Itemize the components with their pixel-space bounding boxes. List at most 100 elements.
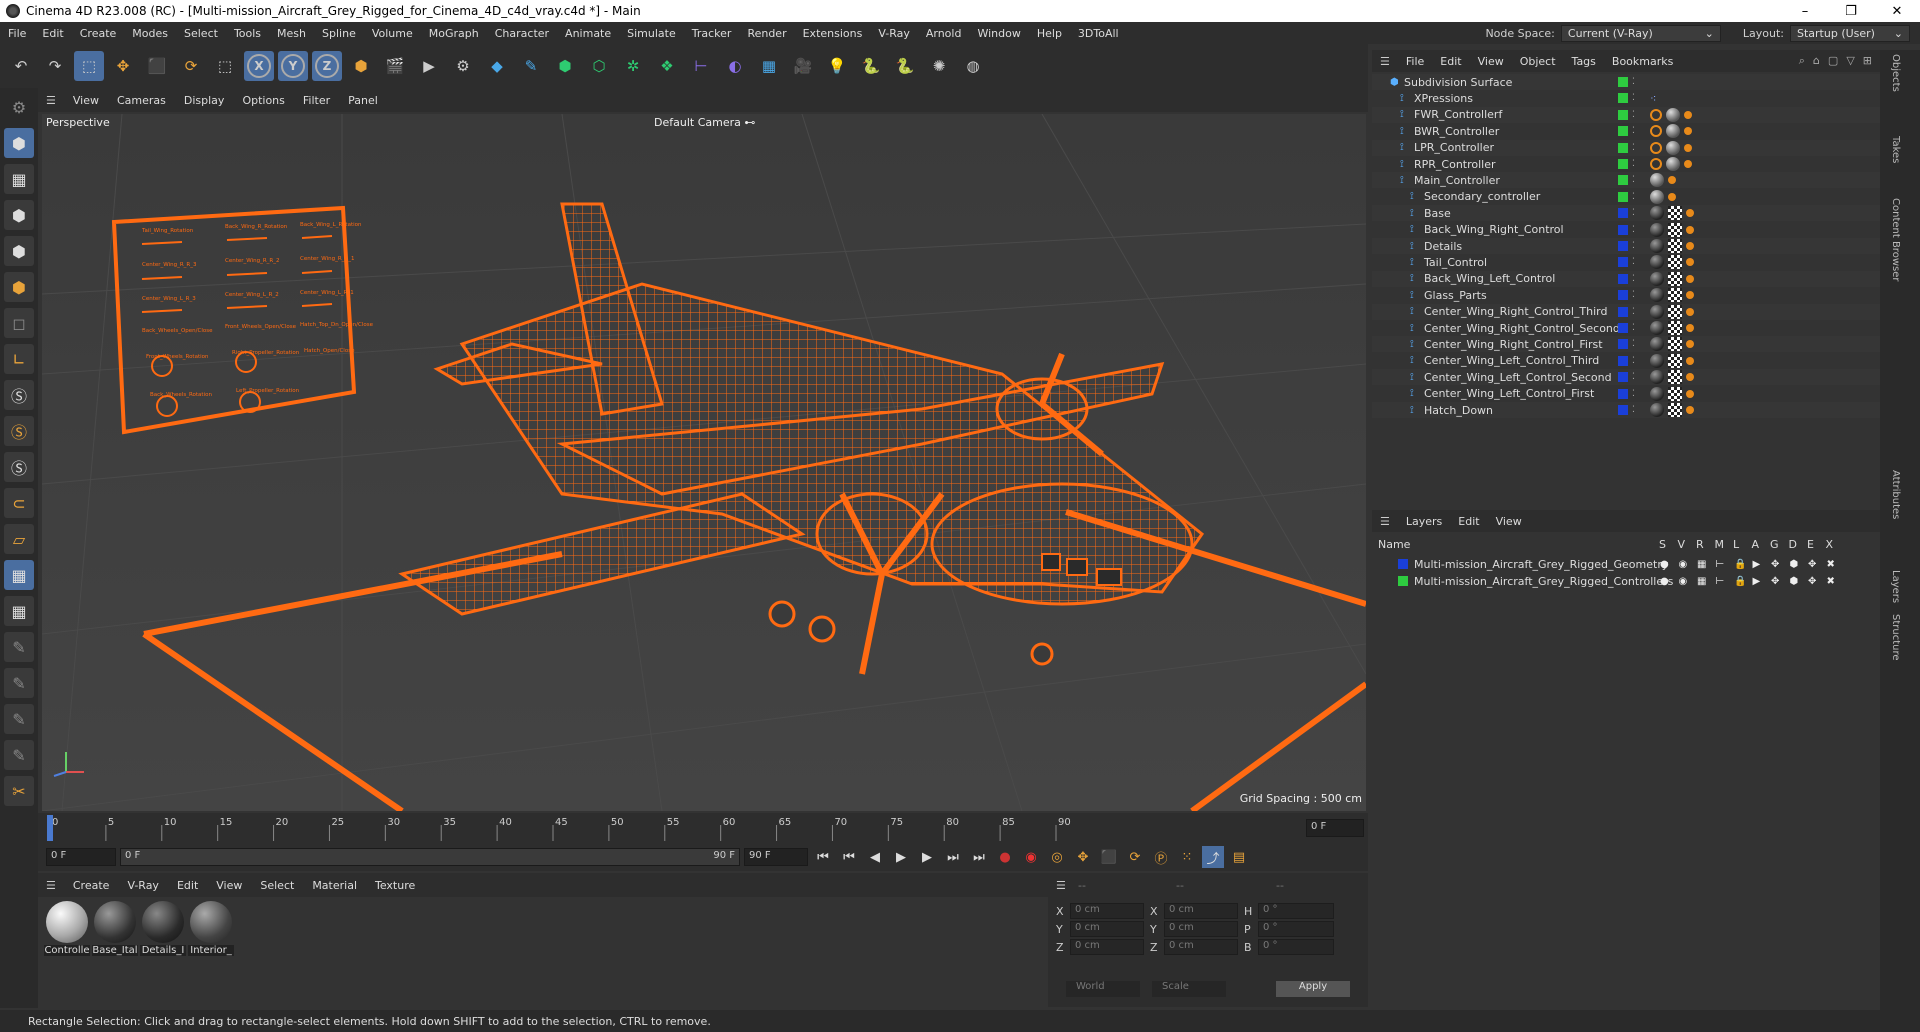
live-selection-icon[interactable]: ⬚: [74, 51, 104, 81]
object-name[interactable]: Details: [1424, 240, 1462, 253]
deformer-icon[interactable]: ⊢: [686, 51, 716, 81]
object-row[interactable]: ⟟ Center_Wing_Left_Control_First ⁚: [1372, 386, 1880, 402]
material-tag-icon[interactable]: [1650, 255, 1664, 270]
make-editable-icon[interactable]: ⚙: [4, 92, 34, 122]
display-tag-icon[interactable]: [1684, 110, 1692, 119]
object-menu-file[interactable]: File: [1398, 55, 1432, 68]
uvw-tag-icon[interactable]: [1668, 403, 1682, 417]
vray-settings-icon[interactable]: ✺: [924, 51, 954, 81]
layer-column-header[interactable]: R: [1696, 538, 1704, 551]
material-menu-texture[interactable]: Texture: [366, 879, 424, 892]
hud-control-label[interactable]: Front_Wheels_Rotation: [146, 354, 209, 360]
visibility-dots-icon[interactable]: ⁚: [1632, 307, 1635, 317]
render-icon[interactable]: ▦: [1697, 576, 1706, 587]
material-menu-edit[interactable]: Edit: [168, 879, 207, 892]
start-frame-field[interactable]: 0 F: [46, 848, 116, 866]
display-tag-icon[interactable]: [1686, 209, 1694, 218]
layer-row[interactable]: Multi-mission_Aircraft_Grey_Rigged_Geome…: [1372, 556, 1880, 572]
layer-menu-view[interactable]: View: [1488, 515, 1530, 528]
manager-icon[interactable]: ⊢: [1716, 559, 1725, 570]
object-menu-edit[interactable]: Edit: [1432, 55, 1469, 68]
autokey-icon[interactable]: ◉: [1020, 846, 1042, 868]
motion-system-icon[interactable]: ⤴: [1202, 846, 1224, 868]
eye-icon[interactable]: ◉: [1679, 559, 1688, 570]
render-view-icon[interactable]: ▶: [414, 51, 444, 81]
field-icon[interactable]: ◐: [720, 51, 750, 81]
close-icon[interactable]: ✕: [1874, 4, 1920, 19]
frame-range-slider[interactable]: 0 F 90 F: [120, 848, 740, 866]
visibility-dots-icon[interactable]: ⁚: [1632, 225, 1635, 235]
hud-control-label[interactable]: Left_Propeller_Rotation: [236, 388, 300, 394]
uvw-tag-icon[interactable]: [1668, 353, 1682, 368]
menu-help[interactable]: Help: [1029, 27, 1070, 40]
object-row[interactable]: ⟟ Main_Controller ⁚: [1372, 172, 1880, 189]
object-row[interactable]: ⟟ Center_Wing_Right_Control_Second ⁚: [1372, 320, 1880, 336]
material-tag-icon[interactable]: [1666, 107, 1680, 122]
coordinate-value-field[interactable]: 0 cm: [1164, 903, 1238, 919]
points-mode-icon[interactable]: ⬢: [4, 200, 34, 230]
key-parameter-icon[interactable]: Ⓟ: [1150, 846, 1172, 868]
menu-mesh[interactable]: Mesh: [269, 27, 314, 40]
go-to-end-icon[interactable]: ⏭: [968, 846, 990, 868]
uvw-tag-icon[interactable]: [1668, 271, 1682, 286]
paint-icon[interactable]: ✎: [4, 632, 34, 662]
uvw-tag-icon[interactable]: [1668, 288, 1682, 303]
material-menu-view[interactable]: View: [207, 879, 251, 892]
undo-icon[interactable]: ↶: [6, 51, 36, 81]
material-hamburger-icon[interactable]: ☰: [38, 879, 64, 892]
material-tag-icon[interactable]: [1650, 403, 1664, 417]
material-tag-icon[interactable]: [1650, 173, 1664, 188]
display-tag-icon[interactable]: [1686, 389, 1694, 398]
recent-tools-icon[interactable]: ⬚: [210, 51, 240, 81]
object-name[interactable]: Back_Wing_Left_Control: [1424, 272, 1555, 285]
layer-row[interactable]: Multi-mission_Aircraft_Grey_Rigged_Contr…: [1372, 573, 1880, 589]
previous-frame-icon[interactable]: ◀: [864, 846, 886, 868]
layer-column-header[interactable]: G: [1770, 538, 1779, 551]
visibility-dots-icon[interactable]: ⁚: [1632, 110, 1635, 120]
display-tag-icon[interactable]: [1668, 192, 1676, 201]
menu-extensions[interactable]: Extensions: [795, 27, 871, 40]
uvw-tag-icon[interactable]: [1668, 239, 1682, 253]
object-row[interactable]: ⟟ BWR_Controller ⁚: [1372, 123, 1880, 139]
object-name[interactable]: Hatch_Down: [1424, 404, 1493, 417]
material-menu-select[interactable]: Select: [251, 879, 303, 892]
extrude-icon[interactable]: ⬡: [584, 51, 614, 81]
object-name[interactable]: Center_Wing_Left_Control_Third: [1424, 354, 1599, 367]
snap-settings-icon[interactable]: Ⓢ: [4, 416, 34, 446]
display-tag-icon[interactable]: [1668, 176, 1676, 185]
coordinate-value-field[interactable]: 0 cm: [1070, 903, 1144, 919]
smooth-brush-icon[interactable]: ✎: [4, 740, 34, 770]
texture-mode-icon[interactable]: ▦: [4, 164, 34, 194]
object-name[interactable]: Center_Wing_Left_Control_First: [1424, 387, 1594, 400]
display-tag-icon[interactable]: [1686, 258, 1694, 267]
protection-tag-icon[interactable]: [1650, 125, 1662, 138]
cube-icon[interactable]: ◆: [482, 51, 512, 81]
animation-icon[interactable]: ▶: [1753, 559, 1761, 570]
visibility-dots-icon[interactable]: ⁚: [1632, 290, 1635, 300]
material-tag-icon[interactable]: [1650, 288, 1664, 303]
eye-icon[interactable]: ◉: [1679, 576, 1688, 587]
timeline-ruler[interactable]: 0 5 10 15 20 25 30 35 40 45 50 55 60 65 70 75 80 85 90 0 F: [38, 813, 1368, 843]
uvw-tag-icon[interactable]: [1668, 386, 1682, 401]
menu-file[interactable]: File: [0, 27, 34, 40]
menu-v-ray[interactable]: V-Ray: [870, 27, 918, 40]
material-menu-v-ray[interactable]: V-Ray: [118, 879, 168, 892]
visibility-dots-icon[interactable]: ⁚: [1632, 77, 1635, 87]
visibility-dots-icon[interactable]: ⁚: [1632, 93, 1635, 103]
size-mode-select[interactable]: Scale: [1152, 981, 1226, 997]
minimize-icon[interactable]: –: [1782, 4, 1828, 19]
object-name[interactable]: Back_Wing_Right_Control: [1424, 223, 1564, 236]
display-tag-icon[interactable]: [1684, 127, 1692, 136]
menu-character[interactable]: Character: [487, 27, 557, 40]
menu-select[interactable]: Select: [176, 27, 226, 40]
object-row[interactable]: ⟟ Secondary_controller ⁚: [1372, 189, 1880, 205]
python-generator-icon[interactable]: 🐍: [890, 51, 920, 81]
key-pla-icon[interactable]: ⁙: [1176, 846, 1198, 868]
side-tab-takes[interactable]: Takes: [1890, 136, 1901, 163]
object-name[interactable]: Subdivision Surface: [1404, 76, 1512, 89]
display-tag-icon[interactable]: [1684, 143, 1692, 152]
material-tag-icon[interactable]: [1666, 140, 1680, 155]
object-name[interactable]: Center_Wing_Right_Control_Second: [1424, 322, 1620, 335]
redo-icon[interactable]: ↷: [40, 51, 70, 81]
material-tag-icon[interactable]: [1650, 206, 1664, 221]
